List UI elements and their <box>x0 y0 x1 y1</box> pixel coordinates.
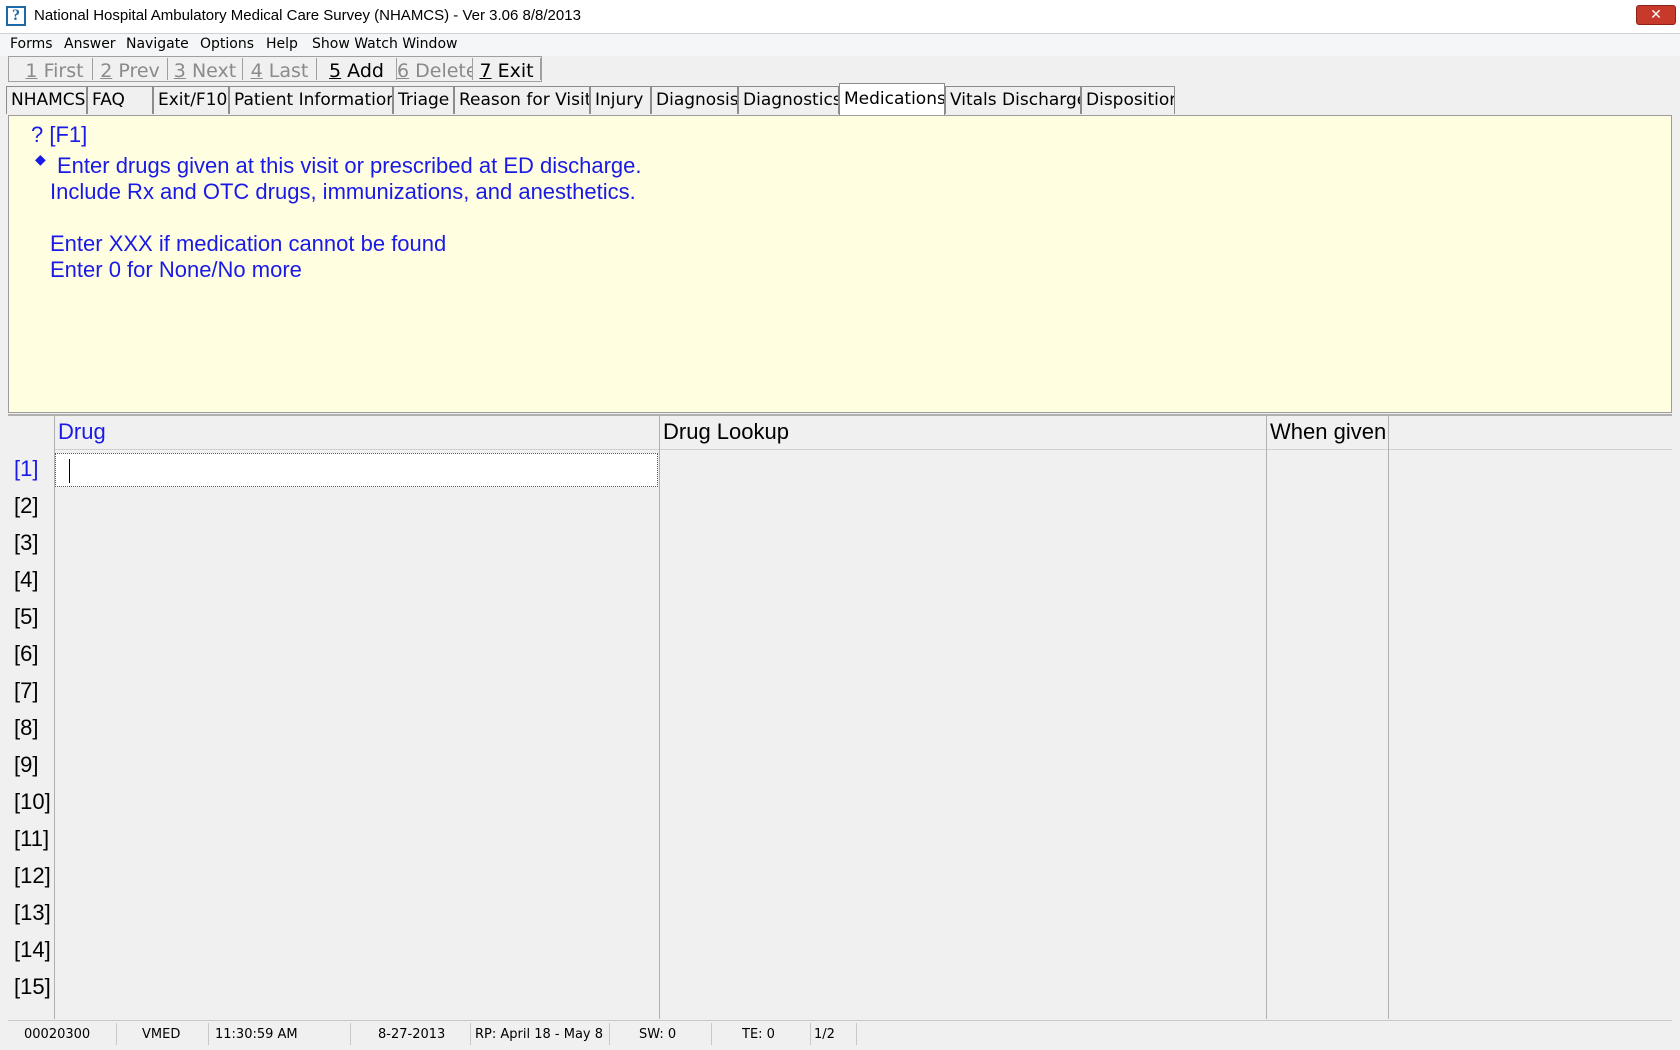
grid-divider <box>54 416 55 1019</box>
last-label: Last <box>268 60 309 80</box>
first-label: First <box>43 60 84 80</box>
record-toolbar: 1 First 2 Prev 3 Next 4 Last 5 Add 6 Del… <box>8 56 542 82</box>
menu-navigate[interactable]: Navigate <box>126 36 189 52</box>
last-key: 4 <box>250 60 263 80</box>
delete-key: 6 <box>397 60 410 80</box>
row-number-3: [3] <box>14 530 39 555</box>
row-number-4: [4] <box>14 567 39 592</box>
question-line-3: Enter XXX if medication cannot be found <box>50 231 447 256</box>
question-line-4: Enter 0 for None/No more <box>50 257 302 282</box>
status-page: 1/2 <box>814 1027 835 1042</box>
add-key: 5 <box>329 60 342 80</box>
row-number-9: [9] <box>14 752 39 777</box>
menu-forms[interactable]: Forms <box>10 36 53 52</box>
status-divider <box>116 1023 117 1045</box>
status-te: TE: 0 <box>742 1027 775 1042</box>
status-divider <box>711 1023 712 1045</box>
tab-faq[interactable]: FAQ <box>87 86 153 114</box>
text-caret <box>69 459 70 483</box>
tab-disposition[interactable]: Disposition <box>1081 86 1175 114</box>
next-key: 3 <box>173 60 186 80</box>
row-number-11: [11] <box>14 826 50 851</box>
row-number-8: [8] <box>14 715 39 740</box>
medications-grid: Drug Drug Lookup When given [1] [2] [3] … <box>8 414 1672 1019</box>
status-case-id: 00020300 <box>24 1027 91 1042</box>
status-divider <box>208 1023 209 1045</box>
drug-input[interactable] <box>55 453 658 487</box>
menu-answer[interactable]: Answer <box>64 36 116 52</box>
window-title: National Hospital Ambulatory Medical Car… <box>34 7 581 24</box>
help-link[interactable]: ? [F1] <box>31 122 87 148</box>
exit-key: 7 <box>479 60 492 80</box>
row-number-12: [12] <box>14 863 51 888</box>
tab-medications[interactable]: Medications <box>839 83 945 115</box>
status-divider <box>609 1023 610 1045</box>
next-label: Next <box>191 60 237 80</box>
status-divider <box>810 1023 811 1045</box>
first-key: 1 <box>25 60 38 80</box>
tab-diagnosis[interactable]: Diagnosis <box>651 86 738 114</box>
tab-vitals-discharge[interactable]: Vitals Discharge <box>945 86 1081 114</box>
tab-exit-f10[interactable]: Exit/F10 <box>153 86 229 114</box>
row-number-6: [6] <box>14 641 39 666</box>
row-number-7: [7] <box>14 678 39 703</box>
prev-label: Prev <box>118 60 160 80</box>
row-number-10: [10] <box>14 789 51 814</box>
next-button[interactable]: 3 Next <box>168 58 243 80</box>
menu-options[interactable]: Options <box>200 36 254 52</box>
tab-diagnostics[interactable]: Diagnostics <box>738 86 839 114</box>
row-number-5: [5] <box>14 604 39 629</box>
row-number-13: [13] <box>14 900 51 925</box>
question-line-1: Enter drugs given at this visit or presc… <box>57 153 642 178</box>
prev-key: 2 <box>100 60 113 80</box>
grid-divider <box>1266 416 1267 1019</box>
column-header-drug-lookup: Drug Lookup <box>660 416 1266 450</box>
exit-button[interactable]: 7 Exit <box>473 58 541 80</box>
tab-injury[interactable]: Injury <box>590 86 651 114</box>
status-divider <box>470 1023 471 1045</box>
prev-button[interactable]: 2 Prev <box>93 58 168 80</box>
question-line-2: Include Rx and OTC drugs, immunizations,… <box>50 179 636 204</box>
status-reference-period: RP: April 18 - May 8 <box>475 1027 604 1042</box>
row-number-1: [1] <box>14 456 39 481</box>
exit-label: Exit <box>497 60 534 80</box>
status-sw: SW: 0 <box>639 1027 677 1042</box>
status-divider <box>856 1023 857 1045</box>
grid-divider <box>659 416 660 1019</box>
question-text-panel: ? [F1] ◆ Enter drugs given at this visit… <box>8 115 1672 413</box>
close-button[interactable]: ✕ <box>1636 5 1676 25</box>
delete-label: Delete <box>415 60 473 80</box>
tab-reason-for-visit[interactable]: Reason for Visit <box>454 86 590 114</box>
menu-help[interactable]: Help <box>266 36 298 52</box>
column-header-when-given: When given <box>1267 416 1388 450</box>
app-window: ? National Hospital Ambulatory Medical C… <box>0 0 1680 1050</box>
title-bar: ? National Hospital Ambulatory Medical C… <box>0 0 1680 34</box>
menu-bar: Forms Answer Navigate Options Help Show … <box>0 34 1680 56</box>
diamond-bullet-icon: ◆ <box>35 152 46 168</box>
add-label: Add <box>347 60 384 80</box>
tab-nhamcs[interactable]: NHAMCS <box>6 86 87 114</box>
form-tabs: NHAMCS FAQ Exit/F10 Patient Information … <box>6 83 1676 115</box>
tab-patient-information[interactable]: Patient Information <box>229 86 393 114</box>
column-header-drug: Drug <box>55 416 659 450</box>
row-number-15: [15] <box>14 974 51 999</box>
app-logo-icon: ? <box>6 6 26 26</box>
status-bar: 00020300 VMED 11:30:59 AM 8-27-2013 RP: … <box>8 1020 1672 1046</box>
last-button[interactable]: 4 Last <box>243 58 317 80</box>
status-date: 8-27-2013 <box>378 1027 446 1042</box>
status-field: VMED <box>142 1027 181 1042</box>
first-button[interactable]: 1 First <box>17 58 93 80</box>
delete-button[interactable]: 6 Delete <box>397 58 473 80</box>
column-header-blank <box>1389 416 1672 450</box>
grid-divider <box>1388 416 1389 1019</box>
row-number-2: [2] <box>14 493 39 518</box>
tab-triage[interactable]: Triage <box>393 86 454 114</box>
status-time: 11:30:59 AM <box>215 1027 298 1042</box>
add-button[interactable]: 5 Add <box>317 58 397 80</box>
status-divider <box>350 1023 351 1045</box>
row-number-14: [14] <box>14 937 51 962</box>
menu-show-watch-window[interactable]: Show Watch Window <box>312 36 457 52</box>
